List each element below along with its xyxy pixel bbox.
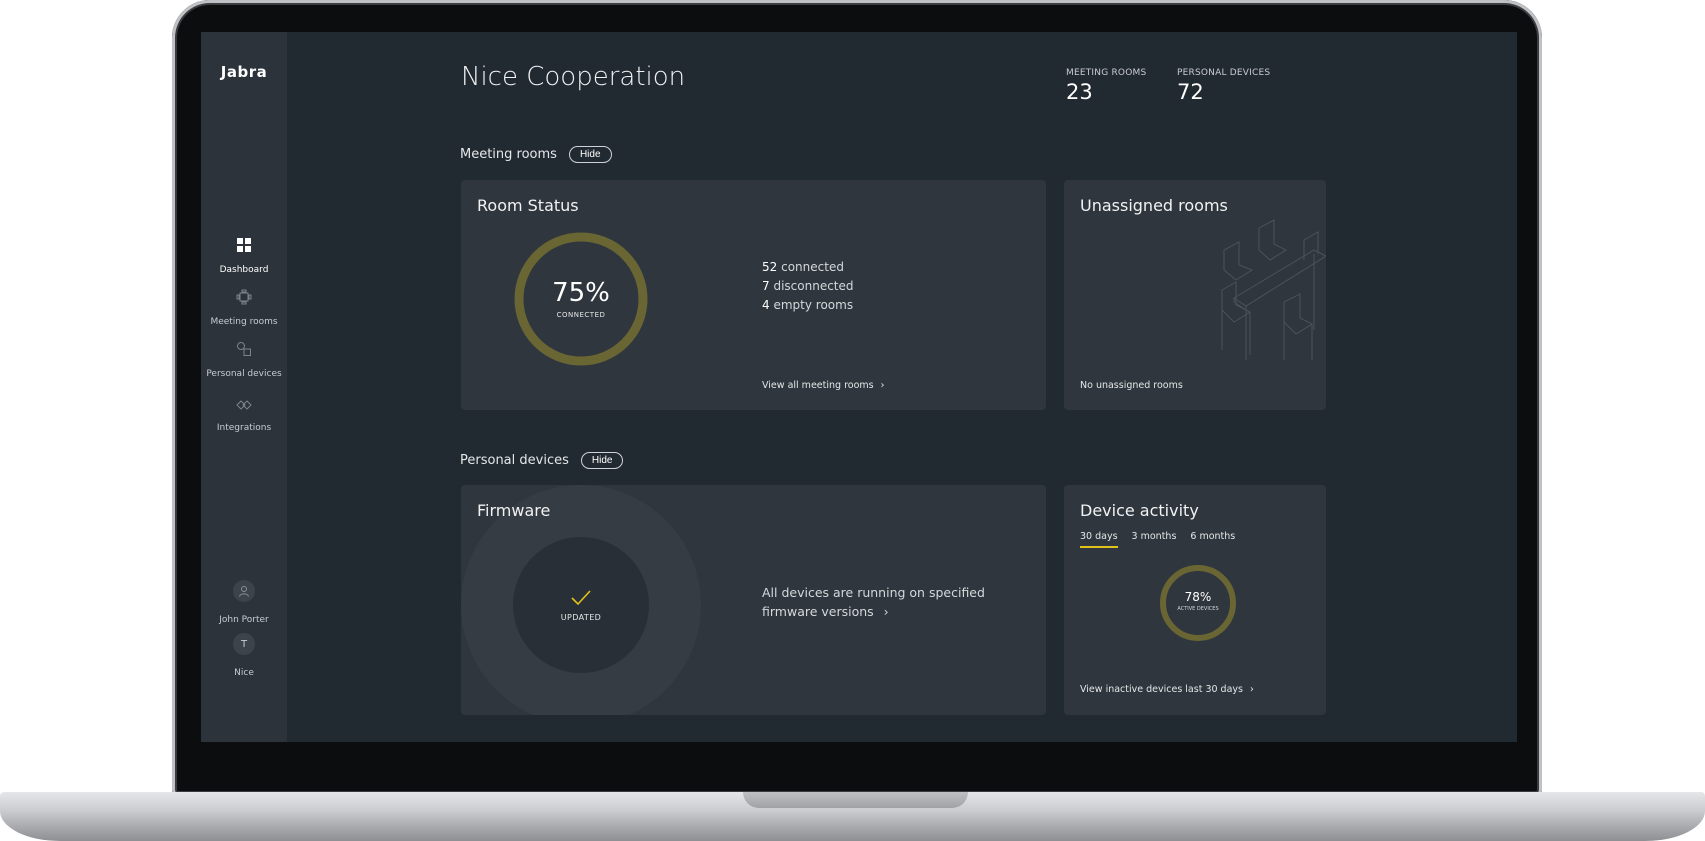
room-status-percent: 75% [552, 278, 610, 308]
user-avatar-icon [233, 580, 255, 602]
firmware-message-line: All devices are running on specified [762, 585, 985, 600]
empty-row: 4 empty rooms [762, 296, 854, 315]
device-activity-percent: 78% [1184, 590, 1212, 604]
tab-3-months[interactable]: 3 months [1132, 531, 1177, 548]
personal-devices-section-header: Personal devices Hide [460, 452, 624, 469]
sidebar-item-label: Dashboard [219, 265, 269, 275]
meeting-table-illustration-icon [1221, 219, 1326, 360]
stat-value: 23 [1066, 80, 1093, 104]
disconnected-label: disconnected [773, 279, 854, 293]
sidebar-user[interactable]: John Porter [201, 580, 287, 626]
stat-caption: MEETING ROOMS [1066, 68, 1147, 78]
view-all-meeting-rooms-link[interactable]: View all meeting rooms › [762, 380, 884, 391]
meeting-rooms-section-header: Meeting rooms Hide [460, 146, 612, 163]
sidebar-item-integrations[interactable]: Integrations [201, 399, 287, 434]
view-inactive-devices-link[interactable]: View inactive devices last 30 days › [1080, 684, 1254, 695]
firmware-status-label: UPDATED [560, 613, 602, 622]
firmware-versions-link[interactable]: firmware versions › [762, 602, 985, 621]
tab-6-months[interactable]: 6 months [1190, 531, 1235, 548]
connected-count: 52 [762, 260, 778, 274]
checkmark-icon [571, 590, 591, 606]
card-title: Firmware [477, 501, 551, 520]
main-content: Nice Cooperation MEETING ROOMS 23 PERSON… [287, 32, 1517, 742]
stat-value: 72 [1177, 80, 1204, 104]
devices-icon [237, 342, 251, 356]
integrations-icon [236, 400, 252, 410]
sidebar-item-label: Meeting rooms [210, 317, 278, 327]
card-title: Room Status [477, 196, 579, 215]
empty-count: 4 [762, 298, 770, 312]
sidebar: Jabra Dashboard Meeting rooms Personal d… [201, 32, 287, 742]
room-stats-list: 52 connected 7 disconnected 4 empty room… [762, 258, 854, 315]
device-activity-caption: ACTIVE DEVICES [1177, 606, 1219, 612]
org-name: Nice [234, 668, 254, 678]
user-name: John Porter [219, 615, 269, 625]
device-activity-label: 78% ACTIVE DEVICES [1158, 590, 1238, 612]
connected-label: connected [781, 260, 844, 274]
activity-period-tabs: 30 days 3 months 6 months [1080, 531, 1235, 548]
sidebar-item-personal-devices[interactable]: Personal devices [201, 341, 287, 380]
chevron-right-icon: › [880, 380, 885, 391]
stat-meeting-rooms: MEETING ROOMS 23 [1066, 68, 1146, 104]
screen: Jabra Dashboard Meeting rooms Personal d… [201, 32, 1517, 742]
room-status-card: Room Status 75% CONNECTED 52 connected 7… [461, 180, 1046, 410]
disconnected-row: 7 disconnected [762, 277, 854, 296]
link-label: View inactive devices last 30 days [1080, 684, 1243, 695]
unassigned-rooms-card: Unassigned rooms No unassigned rooms [1064, 180, 1326, 410]
firmware-status: UPDATED [513, 589, 649, 622]
disconnected-count: 7 [762, 279, 770, 293]
device-activity-card: Device activity 30 days 3 months 6 month… [1064, 485, 1326, 715]
link-label: View all meeting rooms [762, 380, 874, 391]
stat-caption: PERSONAL DEVICES [1177, 68, 1271, 78]
sidebar-item-meeting-rooms[interactable]: Meeting rooms [201, 289, 287, 328]
card-title: Device activity [1080, 501, 1199, 520]
sidebar-item-label: Integrations [216, 423, 272, 433]
chevron-right-icon: › [1250, 684, 1254, 695]
firmware-card: Firmware UPDATED All devices are running… [461, 485, 1046, 715]
stat-personal-devices: PERSONAL DEVICES 72 [1177, 68, 1270, 104]
dashboard-icon [237, 238, 251, 252]
donut-label: 75% CONNECTED [513, 278, 649, 319]
firmware-message: All devices are running on specified fir… [762, 583, 985, 621]
sidebar-org[interactable]: T Nice [201, 633, 287, 679]
sidebar-item-dashboard[interactable]: Dashboard [201, 237, 287, 276]
room-status-caption: CONNECTED [556, 311, 606, 319]
org-avatar: T [233, 633, 255, 655]
card-title: Unassigned rooms [1080, 196, 1228, 215]
brand-logo: Jabra [220, 63, 268, 81]
page-title: Nice Cooperation [461, 62, 686, 92]
laptop-notch [743, 792, 968, 808]
sidebar-item-label: Personal devices [206, 369, 282, 379]
hide-personal-devices-button[interactable]: Hide [580, 452, 624, 469]
no-unassigned-text: No unassigned rooms [1080, 380, 1183, 391]
chevron-right-icon: › [883, 604, 889, 619]
section-title: Personal devices [460, 453, 569, 468]
hide-meeting-rooms-button[interactable]: Hide [568, 146, 612, 163]
firmware-message-line: firmware versions [762, 604, 874, 619]
empty-label: empty rooms [773, 298, 854, 312]
section-title: Meeting rooms [460, 147, 557, 162]
connected-row: 52 connected [762, 258, 854, 277]
meeting-room-icon [236, 289, 252, 305]
tab-30-days[interactable]: 30 days [1080, 531, 1118, 548]
